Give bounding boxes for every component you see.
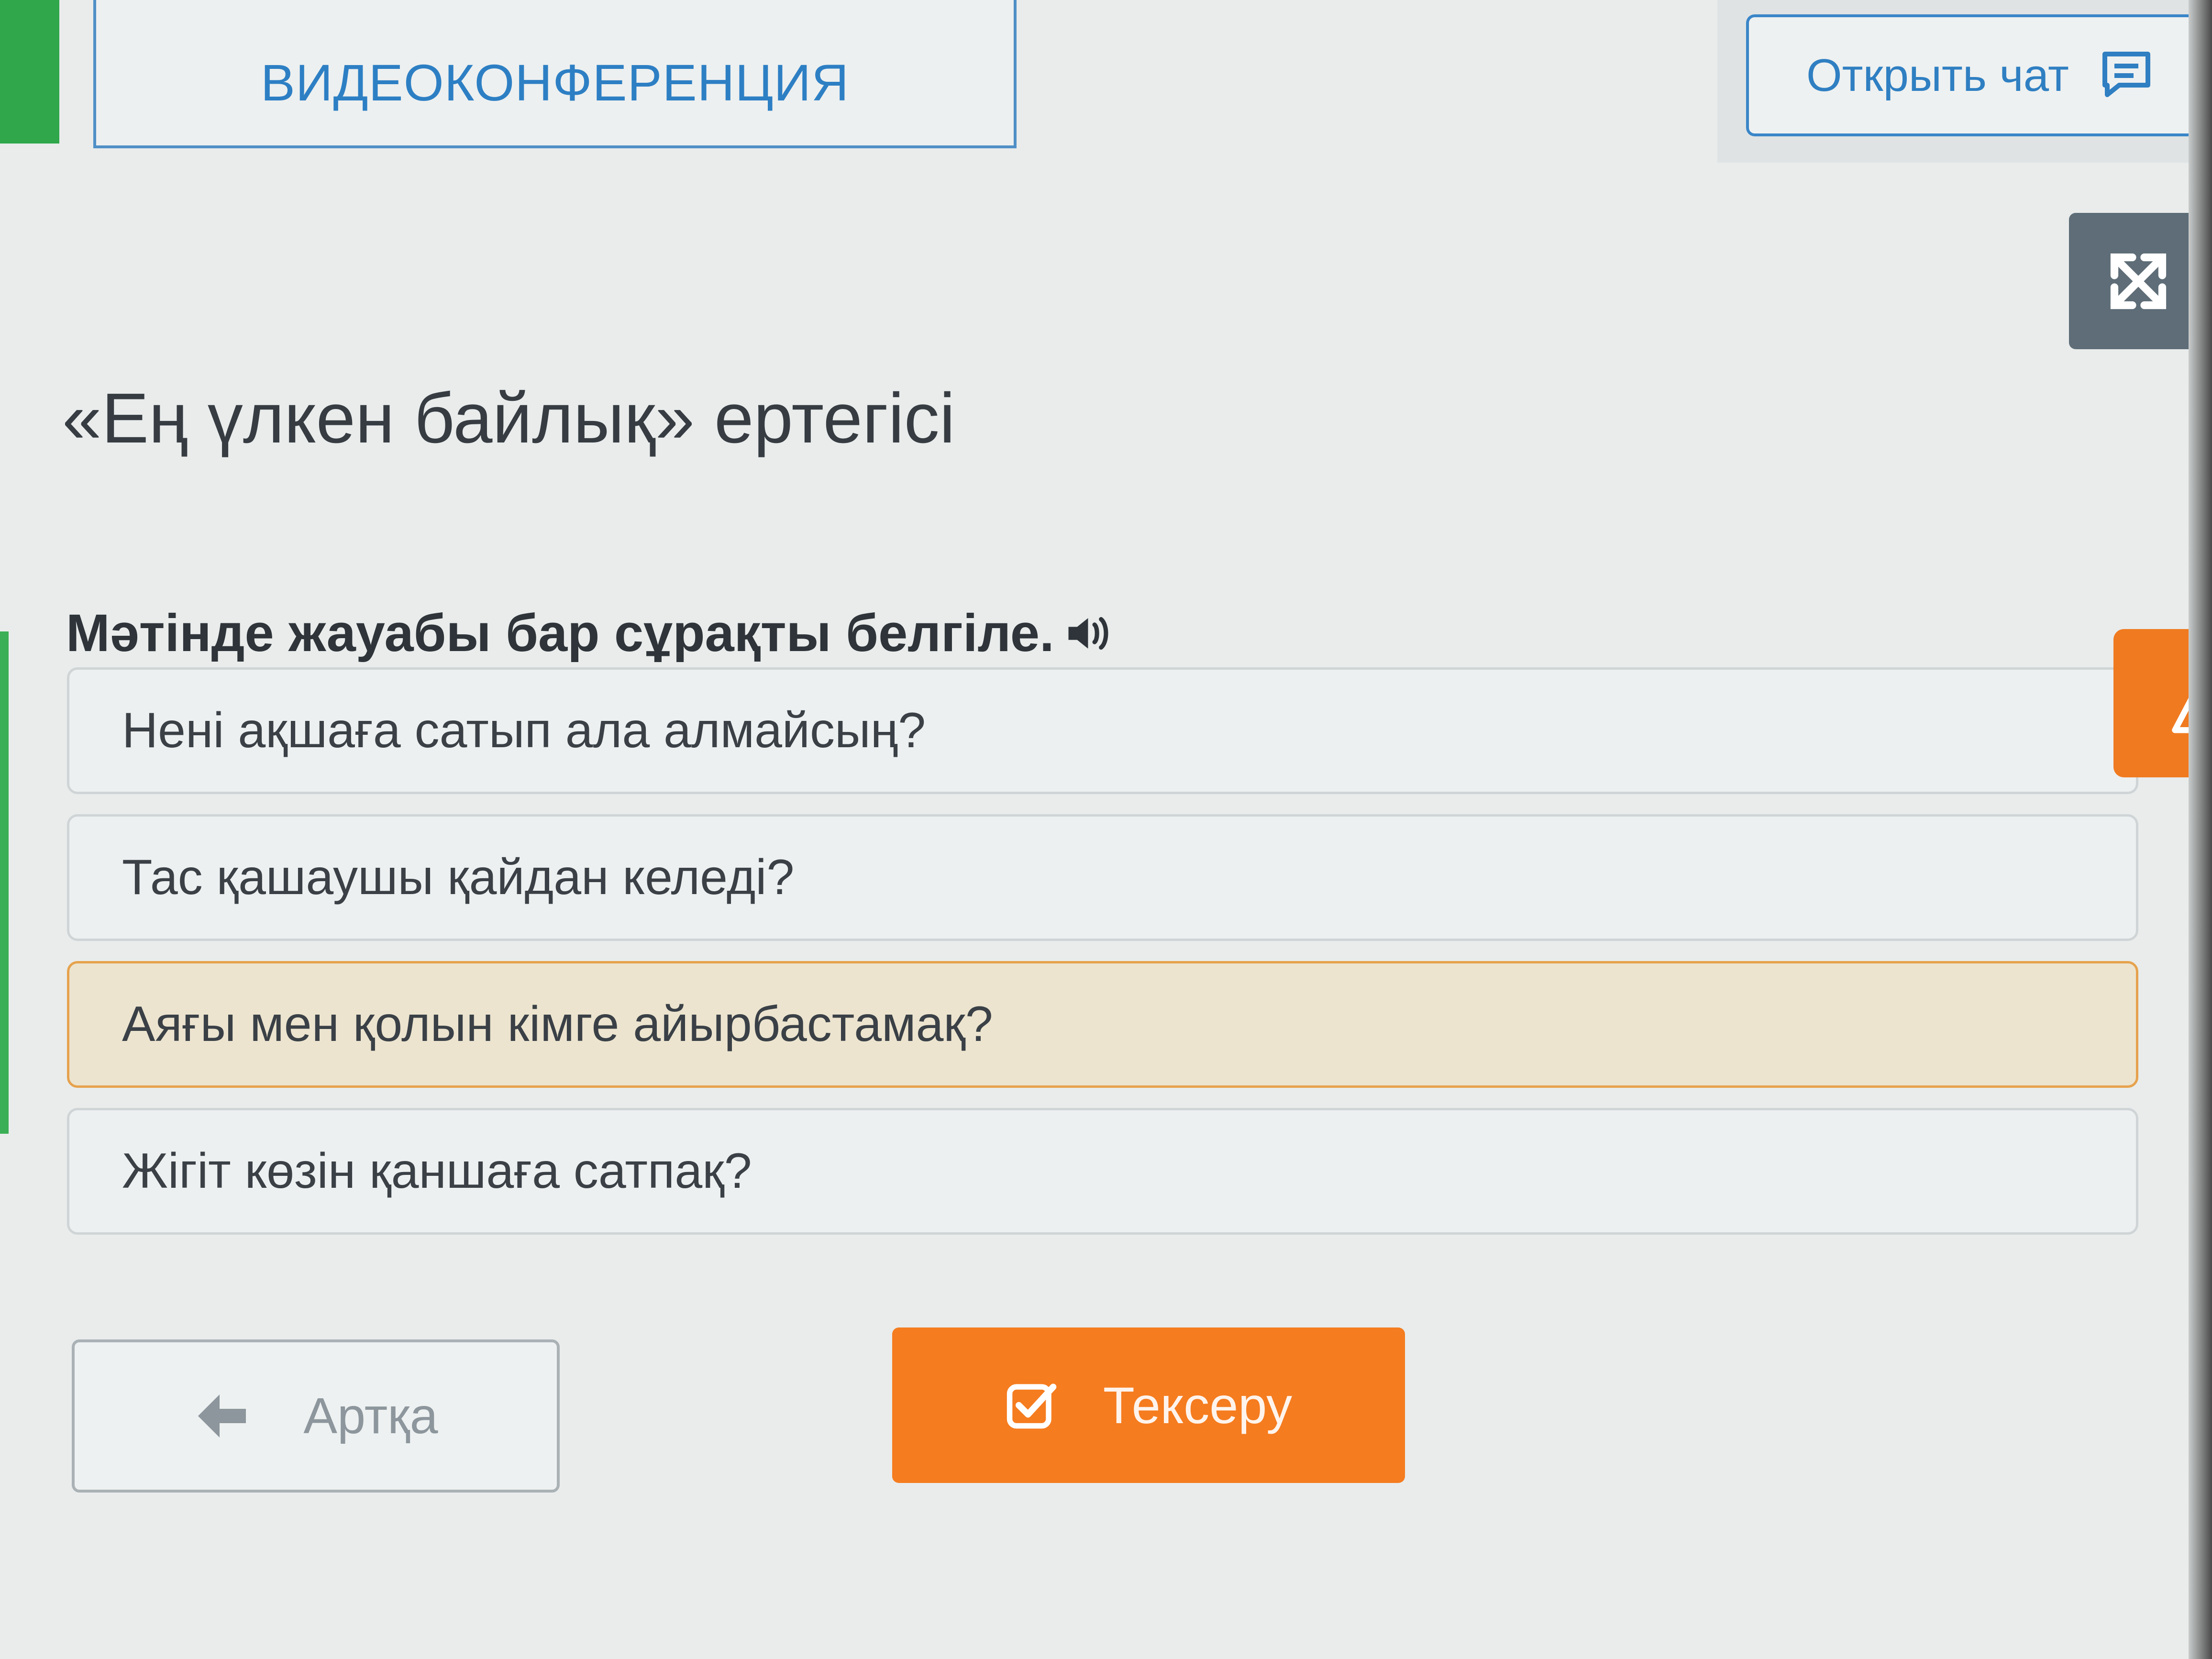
task-question-text: Мәтінде жауабы бар сұрақты белгіле. — [66, 604, 1054, 663]
answer-option-4[interactable]: Жігіт көзін қаншаға сатпақ? — [67, 1108, 2138, 1235]
tab-videoconference-label: ВИДЕОКОНФЕРЕНЦИЯ — [260, 53, 850, 111]
answer-option-2[interactable]: Тас қашаушы қайдан келеді? — [67, 814, 2138, 941]
answer-option-3-selected[interactable]: Аяғы мен қолын кімге айырбастамақ? — [67, 961, 2138, 1088]
open-chat-button[interactable]: Открыть чат — [1746, 14, 2212, 136]
open-chat-label: Открыть чат — [1806, 49, 2069, 101]
screen-bezel — [2189, 0, 2212, 1659]
arrow-left-icon — [198, 1394, 246, 1438]
answer-option-text: Тас қашаушы қайдан келеді? — [122, 850, 795, 905]
tab-videoconference[interactable]: ВИДЕОКОНФЕРЕНЦИЯ — [93, 0, 1017, 148]
answer-list: Нені ақшаға сатып ала алмайсың? Тас қаша… — [67, 667, 2138, 1255]
chat-icon — [2102, 51, 2150, 97]
lesson-title: «Ең үлкен байлық» ертегісі — [62, 379, 955, 458]
answer-option-text: Аяғы мен қолын кімге айырбастамақ? — [122, 996, 993, 1052]
back-button-label: Артқа — [303, 1387, 438, 1444]
answer-option-text: Нені ақшаға сатып ала алмайсың? — [122, 703, 926, 758]
green-edge-indicator — [0, 0, 59, 144]
task-question: Мәтінде жауабы бар сұрақты белгіле. — [66, 603, 1117, 664]
checkbox-icon — [1006, 1383, 1057, 1429]
expand-icon — [2110, 253, 2167, 309]
check-answer-button[interactable]: Тексеру — [892, 1327, 1405, 1483]
back-button[interactable]: Артқа — [72, 1339, 560, 1493]
speaker-icon[interactable] — [1064, 609, 1117, 657]
green-edge-indicator-lower — [0, 631, 9, 1134]
answer-option-1[interactable]: Нені ақшаға сатып ала алмайсың? — [67, 667, 2138, 794]
answer-option-text: Жігіт көзін қаншаға сатпақ? — [122, 1143, 752, 1199]
check-answer-label: Тексеру — [1103, 1376, 1293, 1434]
